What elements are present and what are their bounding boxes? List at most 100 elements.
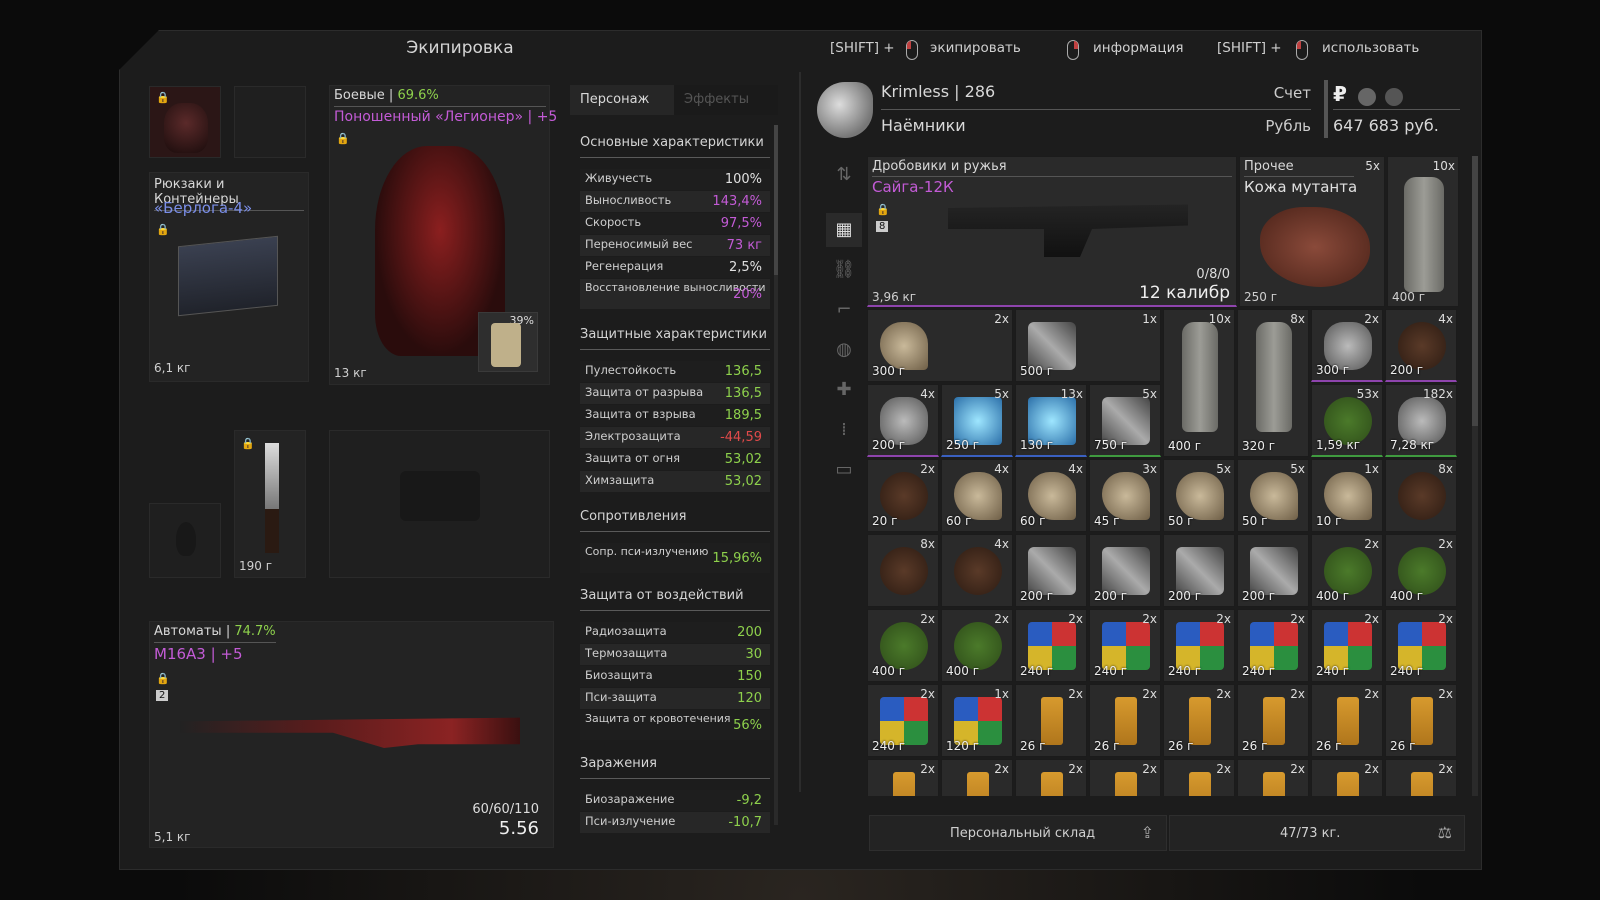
inventory-item[interactable]: 53x 1,59 кг bbox=[1311, 384, 1383, 457]
link-filter-button[interactable]: ⛓ bbox=[826, 253, 862, 287]
weapon-filter-button[interactable]: ⌐ bbox=[826, 293, 862, 327]
inventory-item[interactable]: 2x 240 г bbox=[1385, 609, 1457, 682]
inventory-item[interactable]: 5x 750 г bbox=[1089, 384, 1161, 457]
item-weight: 240 г bbox=[1242, 664, 1276, 678]
inventory-item[interactable]: 2x 400 г bbox=[867, 609, 939, 682]
item-weight: 250 г bbox=[946, 438, 980, 452]
inventory-item[interactable]: 2x 26 г bbox=[1237, 684, 1309, 757]
inventory-item[interactable]: 2x 26 г bbox=[1089, 684, 1161, 757]
scroll-thumb[interactable] bbox=[1472, 156, 1478, 426]
item-count: 2x bbox=[1438, 612, 1453, 626]
inventory-item[interactable]: 2x bbox=[867, 759, 939, 796]
inventory-item[interactable]: 10x 400 г bbox=[1163, 309, 1235, 457]
inventory-item[interactable]: 4x bbox=[941, 534, 1013, 607]
inventory-item[interactable]: 2x 400 г bbox=[941, 609, 1013, 682]
inventory-item[interactable]: 2x bbox=[941, 759, 1013, 796]
currency-label: Рубль bbox=[1265, 117, 1311, 135]
inventory-item[interactable]: 2x 240 г bbox=[1015, 609, 1087, 682]
knife-slot[interactable]: 🔒 190 г bbox=[234, 430, 306, 578]
pistol-placeholder-icon bbox=[400, 471, 480, 521]
inventory-item[interactable]: 5x 50 г bbox=[1163, 459, 1235, 532]
inventory-item[interactable]: 2x bbox=[1015, 759, 1087, 796]
item-mutant-skin[interactable]: Прочее 5x Кожа мутанта 250 г bbox=[1239, 156, 1385, 307]
ammo-filter-button[interactable]: ⁞ bbox=[826, 413, 862, 447]
stat-label: Выносливость bbox=[585, 193, 672, 207]
inventory-item[interactable]: 1x 500 г bbox=[1015, 309, 1161, 382]
item-saiga-12k[interactable]: Дробовики и ружья Сайга-12К 🔒 8 0/8/0 12… bbox=[867, 156, 1237, 307]
item-category: Прочее bbox=[1244, 159, 1354, 177]
inventory-item[interactable]: 2x 300 г bbox=[867, 309, 1013, 382]
tab-effects[interactable]: Эффекты bbox=[674, 85, 778, 115]
secondary-weapon-slot[interactable] bbox=[329, 430, 550, 578]
inventory-scrollbar[interactable] bbox=[1472, 156, 1478, 796]
stat-row: Живучесть 100% bbox=[580, 169, 770, 190]
inventory-item[interactable]: 2x 240 г bbox=[1163, 609, 1235, 682]
inventory-item[interactable]: 8x bbox=[867, 534, 939, 607]
item-weight: 240 г bbox=[872, 739, 906, 753]
primary-weapon-slot[interactable]: Автоматы | 74.7% М16А3 | +5 🔒 2 60/60/11… bbox=[149, 621, 554, 848]
mask-slot[interactable]: 🔒 bbox=[149, 86, 221, 158]
lock-icon: 🔒 bbox=[336, 132, 350, 145]
ruble-icon[interactable]: ₽ bbox=[1333, 82, 1347, 106]
inventory-item[interactable]: 200 г bbox=[1015, 534, 1087, 607]
grid-view-button[interactable]: ▦ bbox=[826, 213, 862, 247]
inventory-item[interactable]: 2x 26 г bbox=[1163, 684, 1235, 757]
inventory-item[interactable]: 2x 400 г bbox=[1311, 534, 1383, 607]
stat-value: 120 bbox=[737, 691, 762, 706]
inventory-item[interactable]: 2x 400 г bbox=[1385, 534, 1457, 607]
stat-label: Электрозащита bbox=[585, 429, 681, 443]
inventory-item[interactable]: 2x bbox=[1089, 759, 1161, 796]
scroll-thumb[interactable] bbox=[774, 125, 778, 275]
inventory-item[interactable]: 4x 60 г bbox=[1015, 459, 1087, 532]
inventory-item[interactable]: 5x 250 г bbox=[941, 384, 1013, 457]
inventory-item[interactable]: 4x 200 г bbox=[1385, 309, 1457, 382]
armor-slot[interactable]: Боевые | 69.6% Поношенный «Легионер» | +… bbox=[329, 85, 557, 385]
medkit-filter-button[interactable]: ✚ bbox=[826, 373, 862, 407]
lighter-icon bbox=[967, 772, 989, 796]
inventory-item[interactable]: 3x 45 г bbox=[1089, 459, 1161, 532]
armor-plate-slot[interactable]: 39% bbox=[478, 312, 538, 372]
inventory-item[interactable]: 200 г bbox=[1089, 534, 1161, 607]
armor-filter-button[interactable]: ◍ bbox=[826, 333, 862, 367]
inventory-item[interactable]: 4x 200 г bbox=[867, 384, 939, 457]
inventory-item[interactable]: 2x 26 г bbox=[1385, 684, 1457, 757]
inventory-item[interactable]: 2x 300 г bbox=[1311, 309, 1383, 382]
inventory-item[interactable]: 2x 240 г bbox=[1311, 609, 1383, 682]
inventory-item[interactable]: 2x bbox=[1163, 759, 1235, 796]
inventory-item[interactable]: 13x 130 г bbox=[1015, 384, 1087, 457]
inventory-item[interactable]: 2x 240 г bbox=[1089, 609, 1161, 682]
sort-button[interactable]: ⇅ bbox=[826, 158, 862, 192]
inventory-item[interactable]: 2x bbox=[1237, 759, 1309, 796]
item-count: 2x bbox=[1290, 762, 1305, 776]
globe-coin-icon[interactable] bbox=[1385, 87, 1404, 106]
inventory-item[interactable]: 1x 120 г bbox=[941, 684, 1013, 757]
inventory-item[interactable]: 2x 240 г bbox=[1237, 609, 1309, 682]
inventory-item[interactable]: 4x 60 г bbox=[941, 459, 1013, 532]
inventory-item[interactable]: 2x bbox=[1311, 759, 1383, 796]
inventory-item[interactable]: 200 г bbox=[1237, 534, 1309, 607]
item-count: 2x bbox=[1068, 612, 1083, 626]
helmet-slot[interactable] bbox=[234, 86, 306, 158]
inventory-item[interactable]: 2x 26 г bbox=[1015, 684, 1087, 757]
personal-storage-button[interactable]: Персональный склад ⇪ bbox=[869, 815, 1167, 851]
misc-filter-button[interactable]: ▭ bbox=[826, 453, 862, 487]
inventory-item[interactable]: 200 г bbox=[1163, 534, 1235, 607]
inventory-item[interactable]: 5x 50 г bbox=[1237, 459, 1309, 532]
gear-coin-icon[interactable] bbox=[1358, 87, 1377, 106]
inventory-item[interactable]: 2x 26 г bbox=[1311, 684, 1383, 757]
inventory-item[interactable]: 2x 20 г bbox=[867, 459, 939, 532]
item-count: 2x bbox=[1142, 612, 1157, 626]
inventory-item[interactable]: 2x 240 г bbox=[867, 684, 939, 757]
inventory-item[interactable]: 2x bbox=[1385, 759, 1457, 796]
artifact-slot[interactable] bbox=[149, 503, 221, 578]
stats-scrollbar[interactable] bbox=[774, 125, 778, 825]
stat-row: Электрозащита -44,59 bbox=[580, 427, 770, 448]
inventory-item[interactable]: 1x 10 г bbox=[1311, 459, 1383, 532]
item-water-bottle[interactable]: 10x 400 г bbox=[1387, 156, 1459, 307]
inventory-item[interactable]: 8x bbox=[1385, 459, 1457, 532]
item-count: 2x bbox=[994, 762, 1009, 776]
tab-character[interactable]: Персонаж bbox=[570, 85, 674, 115]
inventory-item[interactable]: 182x 7,28 кг bbox=[1385, 384, 1457, 457]
backpack-slot[interactable]: Рюкзаки и Контейнеры «Берлога-4» 🔒 6,1 к… bbox=[149, 172, 309, 382]
inventory-item[interactable]: 8x 320 г bbox=[1237, 309, 1309, 457]
